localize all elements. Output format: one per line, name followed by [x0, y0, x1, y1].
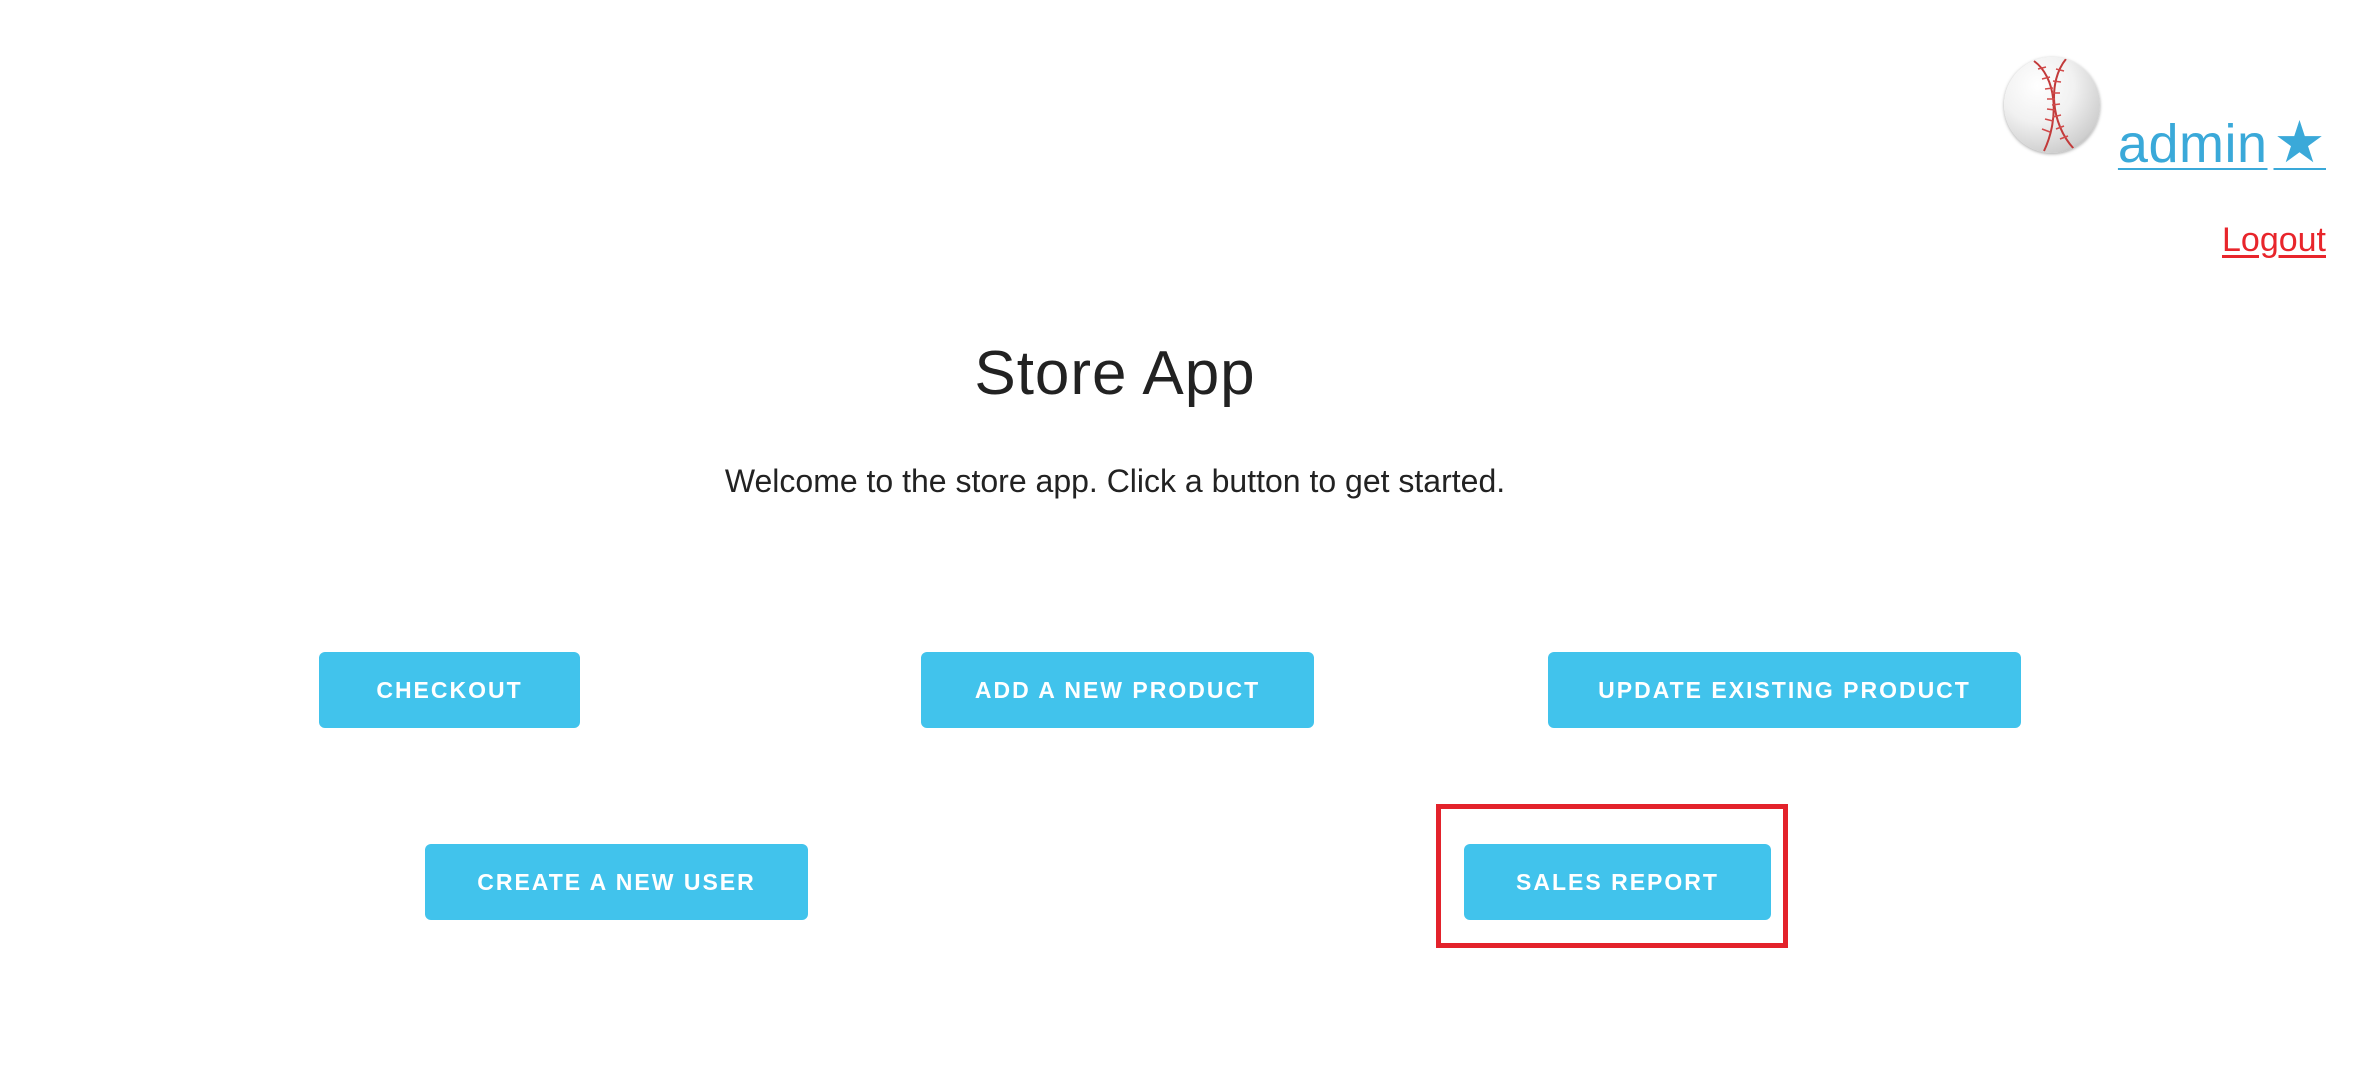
- page-title: Store App: [974, 339, 1256, 408]
- checkout-button[interactable]: CHECKOUT: [319, 652, 580, 728]
- username-link[interactable]: admin ★: [2118, 108, 2326, 176]
- welcome-text: Welcome to the store app. Click a button…: [724, 463, 1506, 499]
- create-new-user-button[interactable]: CREATE A NEW USER: [425, 844, 808, 920]
- logout-link[interactable]: Logout: [2222, 221, 2326, 260]
- update-existing-product-button[interactable]: UPDATE EXISTING PRODUCT: [1548, 652, 2021, 728]
- username-text: admin: [2117, 114, 2268, 174]
- baseball-avatar: [2004, 57, 2100, 153]
- baseball-icon: [2033, 58, 2075, 152]
- store-app-page: admin ★ Logout Store App Welcome to the s…: [0, 0, 2354, 1086]
- star-icon: ★: [2273, 110, 2326, 175]
- add-new-product-button[interactable]: ADD A NEW PRODUCT: [921, 652, 1314, 728]
- sales-report-highlight: [1436, 804, 1788, 948]
